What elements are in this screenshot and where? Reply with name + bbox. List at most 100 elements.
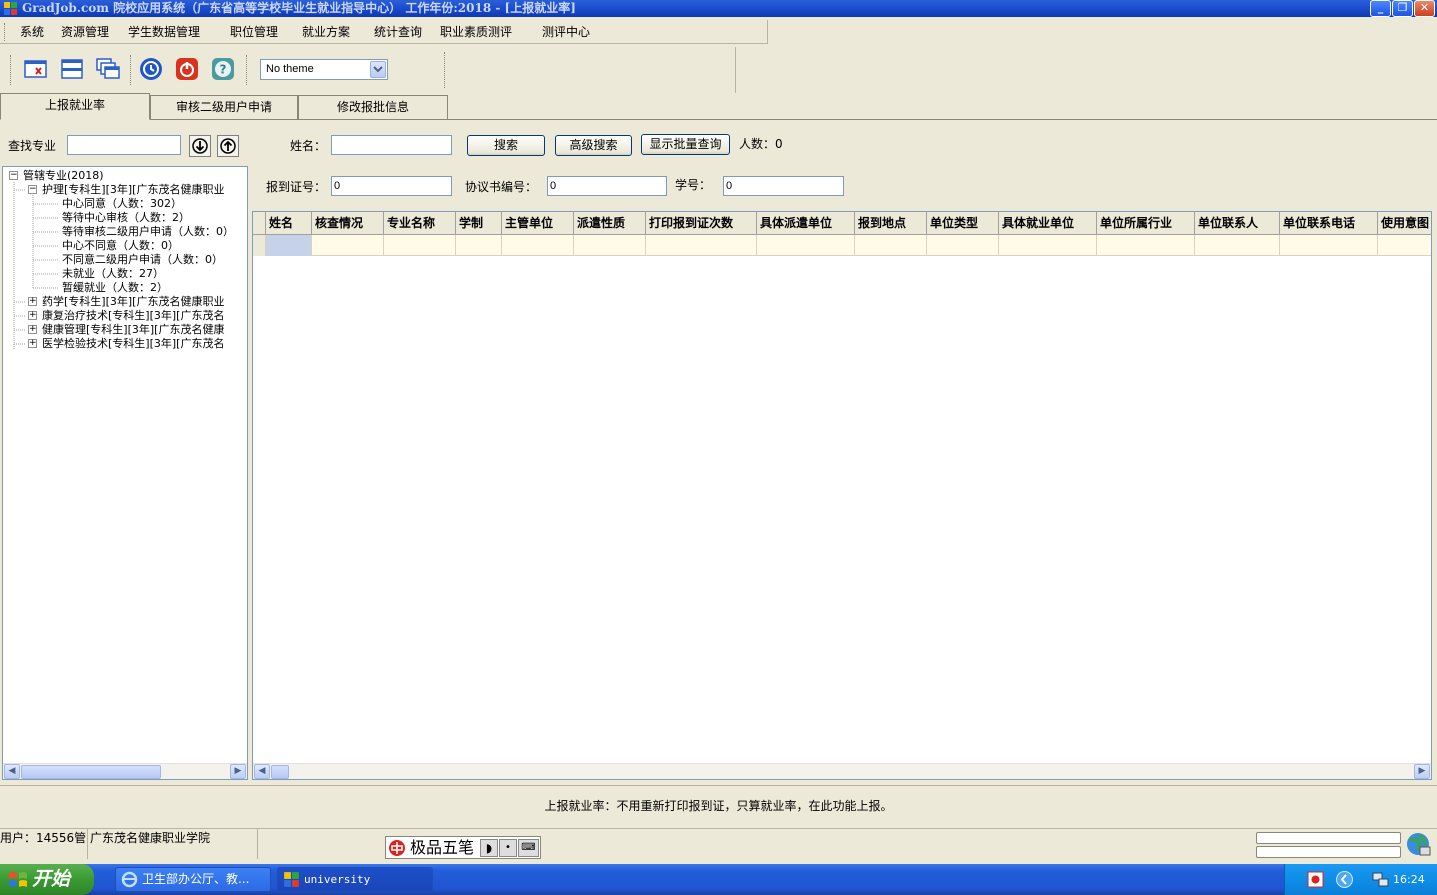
toolbar-grip-2[interactable] <box>444 52 446 88</box>
close-button[interactable]: ✕ <box>1414 0 1435 17</box>
network-connection-icon[interactable] <box>1371 870 1390 889</box>
tree-node-rehabilitation[interactable]: 康复治疗技术[专科生][3年][广东茂名 <box>42 309 224 323</box>
tree-node-deferred[interactable]: 暂缓就业（人数：2） <box>62 281 168 295</box>
close-window-icon[interactable] <box>23 56 49 82</box>
help-icon[interactable]: ? <box>210 56 236 82</box>
tree-collapse-toggle[interactable]: − <box>9 171 18 180</box>
row-indicator[interactable] <box>253 235 266 256</box>
tree-node-medical-lab[interactable]: 医学检验技术[专科生][3年][广东茂名 <box>42 337 224 351</box>
refresh-icon[interactable] <box>138 56 164 82</box>
agreement-no-input[interactable]: 0 <box>547 176 667 196</box>
tree-root[interactable]: 管辖专业(2018) <box>23 169 104 183</box>
antivirus-icon[interactable] <box>1307 871 1324 888</box>
menu-student-data[interactable]: 学生数据管理 <box>128 24 200 40</box>
table-cell[interactable] <box>855 235 927 256</box>
menu-career-assessment[interactable]: 职业素质测评 <box>440 24 512 40</box>
table-cell[interactable] <box>456 235 502 256</box>
tree-collapse-toggle[interactable]: − <box>28 185 37 194</box>
major-tree[interactable]: − 管辖专业(2018) − 护理[专科生][3年][广东茂名健康职业 中心同意… <box>2 166 248 780</box>
menu-employment-plan[interactable]: 就业方案 <box>302 24 350 40</box>
report-no-input[interactable]: 0 <box>331 176 452 196</box>
find-major-input[interactable] <box>67 135 181 155</box>
scroll-left-icon[interactable]: ◀ <box>254 764 270 779</box>
column-header[interactable]: 单位类型 <box>927 212 999 235</box>
restore-button[interactable]: ❐ <box>1392 0 1413 17</box>
theme-select[interactable]: No theme <box>260 59 388 80</box>
column-header[interactable]: 具体就业单位 <box>999 212 1097 235</box>
menu-statistics[interactable]: 统计查询 <box>374 24 422 40</box>
ime-halfwidth-icon[interactable]: ◗ <box>480 839 498 857</box>
table-cell[interactable] <box>1097 235 1195 256</box>
tree-node-health-management[interactable]: 健康管理[专科生][3年][广东茂名健康 <box>42 323 224 337</box>
chevron-down-icon[interactable] <box>370 61 386 78</box>
column-header[interactable]: 单位联系人 <box>1195 212 1280 235</box>
scroll-left-icon[interactable]: ◀ <box>4 764 20 779</box>
scroll-thumb[interactable] <box>271 765 289 779</box>
tree-node-pharmacy[interactable]: 药学[专科生][3年][广东茂名健康职业 <box>42 295 224 309</box>
minimize-button[interactable]: _ <box>1370 0 1391 17</box>
tree-node-awaiting-center[interactable]: 等待中心审核（人数：2） <box>62 211 190 225</box>
table-cell[interactable] <box>1280 235 1378 256</box>
student-id-input[interactable]: 0 <box>723 176 844 196</box>
table-cell[interactable] <box>927 235 999 256</box>
table-cell[interactable] <box>1195 235 1280 256</box>
results-grid[interactable]: 姓名 核查情况 专业名称 学制 主管单位 派遣性质 打印报到证次数 具体派遣单位… <box>252 211 1432 780</box>
tree-node-center-rejected[interactable]: 中心不同意（人数：0） <box>62 239 179 253</box>
cascade-windows-icon[interactable] <box>95 56 121 82</box>
table-cell[interactable] <box>502 235 574 256</box>
batch-query-button[interactable]: 显示批量查询 <box>641 134 730 155</box>
ime-punctuation-icon[interactable]: • <box>499 839 517 857</box>
tree-node-awaiting-sub-user[interactable]: 等待审核二级用户申请（人数：0） <box>62 225 234 239</box>
clock[interactable]: 16:24 <box>1393 872 1425 888</box>
tab-report-employment[interactable]: 上报就业率 <box>0 93 150 120</box>
find-next-button[interactable] <box>189 135 211 157</box>
name-input[interactable] <box>331 135 452 155</box>
column-header[interactable]: 打印报到证次数 <box>646 212 757 235</box>
grid-horizontal-scrollbar[interactable]: ◀ ▶ <box>253 763 1431 779</box>
scroll-right-icon[interactable]: ▶ <box>230 764 246 779</box>
menu-assessment-center[interactable]: 测评中心 <box>542 24 590 40</box>
table-cell[interactable] <box>646 235 757 256</box>
column-header[interactable]: 单位联系电话 <box>1280 212 1378 235</box>
tree-expand-toggle[interactable]: + <box>28 339 37 348</box>
scroll-thumb[interactable] <box>21 765 161 779</box>
column-header[interactable]: 派遣性质 <box>574 212 646 235</box>
tile-horizontal-icon[interactable] <box>59 56 85 82</box>
collapse-tray-icon[interactable] <box>1335 870 1354 889</box>
start-button[interactable]: 开始 <box>0 864 94 895</box>
column-header[interactable]: 学制 <box>456 212 502 235</box>
column-header[interactable]: 姓名 <box>266 212 312 235</box>
table-cell[interactable] <box>574 235 646 256</box>
tree-node-center-approved[interactable]: 中心同意（人数：302） <box>62 197 182 211</box>
menu-resources[interactable]: 资源管理 <box>61 24 109 40</box>
title-bar[interactable]: GradJob.com 院校应用系统（广东省高等学校毕业生就业指导中心） 工作年… <box>0 0 1437 17</box>
menu-system[interactable]: 系统 <box>20 24 44 40</box>
table-cell[interactable] <box>757 235 855 256</box>
tree-expand-toggle[interactable]: + <box>28 297 37 306</box>
find-prev-button[interactable] <box>217 135 239 157</box>
table-cell[interactable] <box>999 235 1097 256</box>
ime-toolbar[interactable]: 极品五笔 ◗ • ⌨ <box>385 836 541 859</box>
toolbar-grip[interactable] <box>10 55 12 85</box>
column-header[interactable]: 专业名称 <box>384 212 456 235</box>
tree-node-unemployed[interactable]: 未就业（人数：27） <box>62 267 164 281</box>
search-button[interactable]: 搜索 <box>467 135 545 156</box>
table-cell[interactable] <box>384 235 456 256</box>
menu-positions[interactable]: 职位管理 <box>230 24 278 40</box>
table-cell[interactable] <box>1378 235 1431 256</box>
table-cell[interactable] <box>266 235 312 256</box>
column-header[interactable]: 具体派遣单位 <box>757 212 855 235</box>
advanced-search-button[interactable]: 高级搜索 <box>555 135 632 156</box>
menu-grip[interactable] <box>4 23 6 41</box>
power-exit-icon[interactable] <box>174 56 200 82</box>
scroll-right-icon[interactable]: ▶ <box>1414 764 1430 779</box>
column-header[interactable]: 报到地点 <box>855 212 927 235</box>
tree-horizontal-scrollbar[interactable]: ◀ ▶ <box>3 763 247 779</box>
column-header[interactable]: 单位所属行业 <box>1097 212 1195 235</box>
column-header[interactable]: 核查情况 <box>312 212 384 235</box>
tab-review-sub-user[interactable]: 审核二级用户申请 <box>150 95 298 119</box>
column-header[interactable]: 使用意图 <box>1378 212 1431 235</box>
taskbar-item-university[interactable]: university <box>277 867 433 892</box>
tree-expand-toggle[interactable]: + <box>28 311 37 320</box>
table-cell[interactable] <box>312 235 384 256</box>
